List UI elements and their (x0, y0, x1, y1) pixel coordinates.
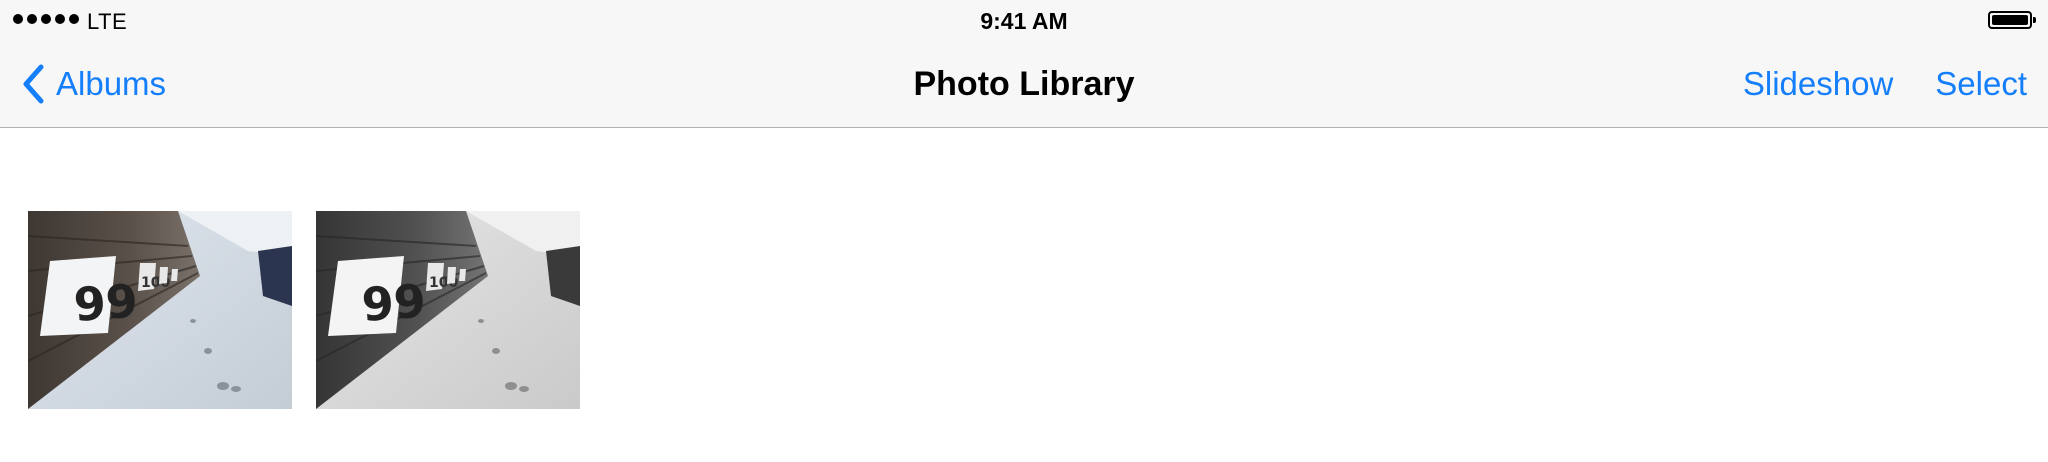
slideshow-button[interactable]: Slideshow (1743, 65, 1893, 103)
back-button-albums[interactable]: Albums (22, 62, 166, 106)
photo-thumbnail[interactable]: 99 100 (316, 211, 580, 409)
photo-grid: 99 100 99 100 (28, 211, 580, 409)
page-title: Photo Library (913, 65, 1135, 103)
nav-actions: Slideshow Select (1743, 62, 2027, 106)
select-button[interactable]: Select (1935, 65, 2027, 103)
battery-full-icon (1988, 11, 2036, 29)
status-bar: LTE 9:41 AM (0, 0, 2048, 40)
navigation-bar: Albums Photo Library Slideshow Select (0, 40, 2048, 128)
status-time: 9:41 AM (980, 8, 1068, 34)
photo-sign-number: 99 (360, 274, 428, 332)
back-button-label: Albums (56, 65, 167, 102)
photo-thumbnail[interactable]: 99 100 (28, 211, 292, 409)
photo-sign-number: 99 (72, 274, 140, 332)
chevron-left-icon (22, 64, 44, 104)
